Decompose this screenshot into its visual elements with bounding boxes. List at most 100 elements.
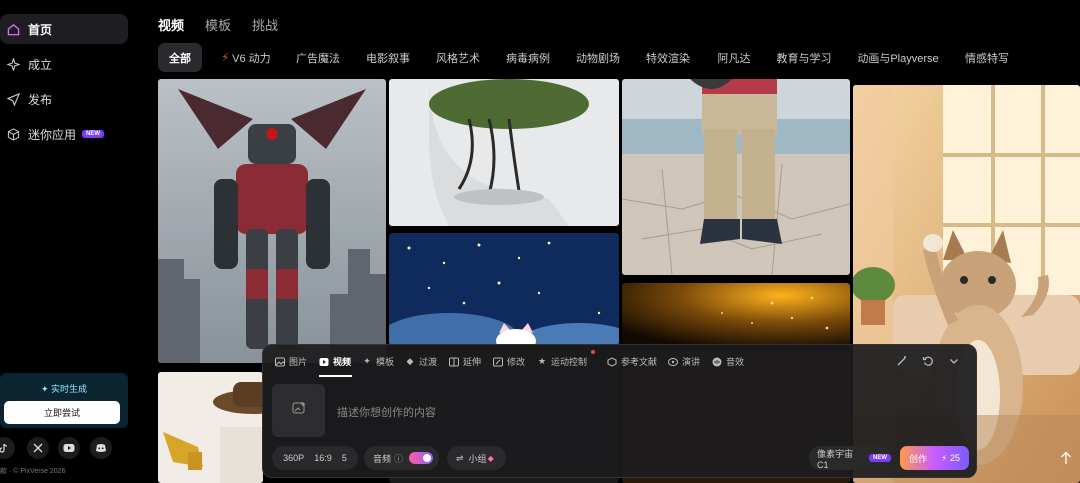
resolution-value: 360P	[283, 453, 305, 463]
composer-tab-label: 参考文献	[621, 357, 658, 367]
new-badge: NEW	[82, 130, 105, 138]
composer-tab-extend[interactable]: 延伸	[449, 355, 481, 368]
composer-tab-transition[interactable]: ◆ 过渡	[405, 355, 437, 368]
sliders-icon: ⇌	[456, 452, 464, 463]
notification-dot	[591, 350, 595, 354]
filter-viral[interactable]: 病毒病例	[500, 43, 556, 72]
reset-icon[interactable]	[922, 354, 934, 372]
mini-group-label: 小组	[468, 453, 487, 464]
prompt-input[interactable]: 描述你想创作的内容	[337, 404, 436, 420]
composer-tab-label: 音效	[726, 357, 745, 367]
sound-icon	[712, 357, 722, 367]
filter-emotion[interactable]: 情感特写	[958, 43, 1016, 72]
gem-icon: ◆	[487, 453, 494, 463]
speech-icon	[668, 357, 678, 367]
sidebar-item-label: 首页	[28, 22, 53, 37]
motion-icon: ★	[537, 356, 547, 366]
extend-icon	[449, 357, 459, 367]
filter-ad-magic[interactable]: 广告魔法	[290, 43, 346, 72]
send-icon	[6, 92, 20, 106]
sparkle-icon	[6, 57, 20, 71]
composer-tab-label: 过渡	[419, 357, 438, 367]
composer-tab-video[interactable]: 视频	[319, 355, 351, 368]
promo-title-text: 实时生成	[51, 384, 88, 394]
reference-icon	[607, 356, 617, 367]
image-add-icon	[292, 401, 306, 420]
composer-tab-label: 演讲	[682, 357, 701, 367]
tab-template[interactable]: 模板	[205, 15, 231, 34]
composer-tab-label: 修改	[507, 357, 526, 367]
filter-all[interactable]: 全部	[158, 43, 202, 72]
bolt-icon: ⚡	[941, 452, 948, 463]
create-button[interactable]: 创作 ⚡ 25	[900, 446, 969, 470]
youtube-icon[interactable]	[58, 437, 80, 459]
sidebar-item-label: 发布	[28, 92, 53, 107]
upload-image-button[interactable]	[272, 384, 325, 437]
filter-education[interactable]: 教育与学习	[772, 43, 836, 72]
ratio-value: 16:9	[314, 453, 332, 463]
sidebar-item-create[interactable]: 成立	[0, 49, 128, 79]
composer-tab-reference[interactable]: 参考文献	[607, 355, 657, 368]
composer-tab-label: 延伸	[463, 357, 482, 367]
filter-avatar[interactable]: 阿凡达	[710, 43, 758, 72]
sidebar-item-label: 成立	[28, 57, 53, 72]
video-card-cowboy[interactable]	[158, 372, 263, 483]
composer-tab-sound[interactable]: 音效	[712, 355, 744, 368]
duration-value: 5	[341, 453, 347, 463]
credit-count: 25	[949, 452, 960, 463]
filter-cinematic[interactable]: 电影叙事	[360, 43, 416, 72]
composer-tab-label: 运动控制	[551, 357, 588, 367]
mini-group-pill[interactable]: ⇌ 小组 ◆	[447, 446, 506, 470]
filter-v6[interactable]: ⚡ V6 动力	[216, 43, 276, 72]
model-selector[interactable]: 像素宇宙C1 NEW	[809, 446, 891, 470]
promo-title: ✦ 实时生成	[0, 382, 128, 395]
composer-tab-template[interactable]: ✦ 模板	[362, 355, 394, 368]
transition-icon: ◆	[406, 356, 414, 366]
image-icon	[275, 357, 285, 367]
composer-tab-edit[interactable]: 修改	[493, 355, 525, 368]
new-badge: NEW	[869, 454, 891, 462]
chevron-down-icon[interactable]	[948, 354, 960, 372]
video-card-night-sky[interactable]	[389, 233, 619, 345]
filter-animal[interactable]: 动物剧场	[570, 43, 626, 72]
scroll-to-top-icon[interactable]	[1057, 449, 1075, 467]
prompt-composer: 图片 视频 ✦ 模板 ◆ 过渡 延伸 修改 ★ 运动控制 参考文献 演讲 音效	[262, 344, 977, 478]
video-card-street-legs[interactable]	[622, 79, 850, 275]
audio-label: 音频	[373, 453, 392, 464]
tab-video[interactable]: 视频	[158, 15, 184, 34]
tab-challenge[interactable]: 挑战	[252, 15, 278, 34]
composer-tab-image[interactable]: 图片	[275, 355, 307, 368]
composer-tab-speech[interactable]: 演讲	[668, 355, 700, 368]
composer-tab-label: 模板	[376, 357, 395, 367]
try-now-button[interactable]: 立即尝试	[4, 401, 120, 424]
x-icon[interactable]	[27, 437, 49, 459]
discord-icon[interactable]	[90, 437, 112, 459]
video-icon	[319, 357, 329, 367]
template-icon: ✦	[363, 356, 371, 366]
active-tab-indicator	[319, 375, 352, 377]
filter-animation[interactable]: 动画与Playverse	[850, 43, 946, 72]
sidebar: 首页 成立 发布 迷你应用 NEW ✦ 实时生成 立即尝试 款 · © PixV…	[0, 0, 140, 483]
bolt-icon: ⚡	[221, 52, 230, 64]
video-settings-pill[interactable]: 360P 16:9 5	[272, 446, 358, 470]
composer-tab-motion[interactable]: ★ 运动控制	[537, 355, 587, 368]
video-card-golden-particles[interactable]	[622, 283, 850, 345]
video-card-mecha[interactable]	[158, 79, 386, 363]
audio-toggle[interactable]	[409, 452, 434, 464]
help-icon: ⓘ	[394, 453, 404, 464]
home-icon	[6, 22, 20, 36]
model-name: 像素宇宙C1	[817, 448, 854, 470]
filter-vfx[interactable]: 特效渲染	[640, 43, 696, 72]
sidebar-item-label: 迷你应用	[28, 127, 77, 142]
footer-copyright: 款 · © PixVerse 2026	[0, 468, 66, 475]
tiktok-icon[interactable]	[0, 437, 15, 459]
sidebar-item-publish[interactable]: 发布	[0, 84, 128, 114]
audio-toggle-pill[interactable]: 音频 ⓘ	[364, 446, 439, 470]
video-card-glass-head[interactable]	[389, 79, 619, 226]
cube-icon	[6, 127, 20, 141]
magic-wand-icon[interactable]	[896, 354, 908, 372]
sidebar-item-home[interactable]: 首页	[0, 14, 128, 44]
credits: ⚡ 25	[941, 453, 960, 464]
sidebar-item-mini-apps[interactable]: 迷你应用 NEW	[0, 119, 128, 149]
filter-style-art[interactable]: 风格艺术	[430, 43, 486, 72]
